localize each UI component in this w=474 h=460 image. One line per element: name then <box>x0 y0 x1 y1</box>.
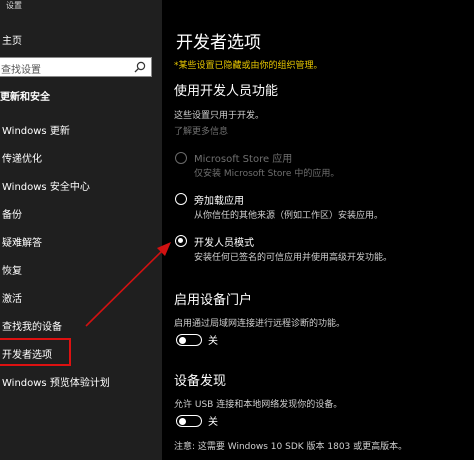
highlight-box <box>0 338 71 366</box>
sdk-note: 注意: 这需要 Windows 10 SDK 版本 1803 或更高版本。 <box>174 442 408 452</box>
dev-features-heading: 使用开发人员功能 <box>174 84 279 99</box>
sidebar-item-find-my-device[interactable]: 查找我的设备 <box>2 318 62 333</box>
device-portal-heading: 启用设备门户 <box>174 293 253 308</box>
radio-sideload-apps-label: 旁加载应用 <box>194 196 244 207</box>
device-portal-description: 启用通过局域网连接进行远程诊断的功能。 <box>174 319 346 329</box>
sidebar-item-windows-security[interactable]: Windows 安全中心 <box>2 178 90 193</box>
device-discovery-description: 允许 USB 连接和本地网络发现你的设备。 <box>174 400 343 410</box>
device-discovery-heading: 设备发现 <box>174 374 227 389</box>
radio-store-apps-label: Microsoft Store 应用 <box>194 154 293 165</box>
section-heading: 更新和安全 <box>0 92 50 103</box>
sidebar-item-troubleshoot[interactable]: 疑难解答 <box>2 234 42 249</box>
sidebar-item-delivery-optimization[interactable]: 传递优化 <box>2 150 42 165</box>
device-portal-toggle-label: 关 <box>208 336 218 347</box>
device-discovery-toggle-label: 关 <box>208 417 218 428</box>
sidebar-item-recovery[interactable]: 恢复 <box>2 262 22 277</box>
toggle-knob <box>179 336 186 344</box>
radio-store-apps-description: 仅安装 Microsoft Store 中的应用。 <box>194 169 340 179</box>
page-title: 开发者选项 <box>176 33 261 53</box>
search-icon[interactable] <box>134 61 146 73</box>
sidebar-item-backup[interactable]: 备份 <box>2 206 22 221</box>
radio-store-apps[interactable] <box>175 152 187 164</box>
dev-features-description: 这些设置只用于开发。 <box>174 111 265 121</box>
sidebar-item-windows-update[interactable]: Windows 更新 <box>2 122 70 137</box>
sidebar-item-activation[interactable]: 激活 <box>2 290 22 305</box>
radio-sideload-apps-description: 从你信任的其他来源（例如工作区）安装应用。 <box>194 211 384 221</box>
device-discovery-toggle[interactable] <box>176 415 202 427</box>
sidebar: 设置 主页 查找设置 更新和安全 Windows 更新 传递优化 Windows… <box>0 0 162 460</box>
toggle-knob <box>179 417 186 425</box>
radio-developer-mode-description: 安装任何已签名的可信应用并使用高级开发功能。 <box>194 253 393 263</box>
device-portal-toggle[interactable] <box>176 334 202 346</box>
sidebar-item-windows-insider[interactable]: Windows 预览体验计划 <box>2 374 110 389</box>
search-input[interactable]: 查找设置 <box>0 57 152 77</box>
radio-developer-mode[interactable] <box>175 235 187 247</box>
radio-developer-mode-label: 开发人员模式 <box>194 238 254 249</box>
search-placeholder: 查找设置 <box>1 65 41 76</box>
app-title: 设置 <box>6 1 22 10</box>
org-notice: *某些设置已隐藏或由你的组织管理。 <box>174 61 323 71</box>
main-pane: 开发者选项 *某些设置已隐藏或由你的组织管理。 使用开发人员功能 这些设置只用于… <box>162 0 474 460</box>
learn-more-link[interactable]: 了解更多信息 <box>174 124 228 137</box>
radio-sideload-apps[interactable] <box>175 193 187 205</box>
home-nav[interactable]: 主页 <box>2 32 22 47</box>
